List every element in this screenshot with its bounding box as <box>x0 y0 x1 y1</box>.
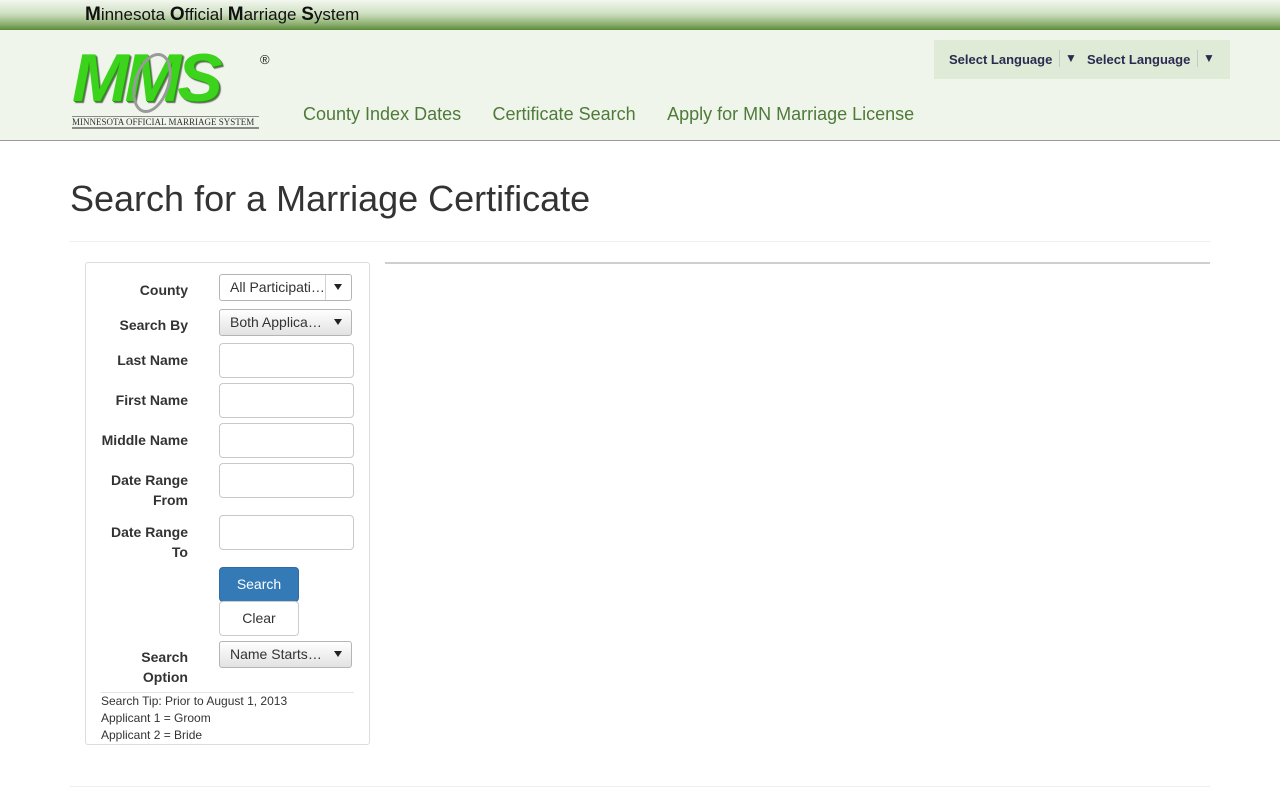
nav-county-index-dates[interactable]: County Index Dates <box>303 104 461 124</box>
date-range-from-label: Date Range From <box>110 472 188 508</box>
chevron-down-icon[interactable]: ▼ <box>1065 51 1077 65</box>
county-select[interactable]: All Participating Counties <box>219 274 352 301</box>
date-range-to-label: Date Range To <box>110 524 188 560</box>
county-select-value: All Participating Counties <box>230 279 325 295</box>
search-button[interactable]: Search <box>219 567 299 602</box>
last-name-label: Last Name <box>117 352 188 368</box>
chevron-down-icon <box>334 651 342 657</box>
chevron-down-icon[interactable]: ▼ <box>1203 51 1215 65</box>
logo-subtitle: MINNESOTA OFFICIAL MARRIAGE SYSTEM <box>72 116 259 129</box>
site-header: MMS ® MINNESOTA OFFICIAL MARRIAGE SYSTEM… <box>0 30 1280 141</box>
site-title: Minnesota Official Marriage System <box>85 4 360 25</box>
divider <box>1197 50 1198 67</box>
language-selector: Select Language ▼ Select Language ▼ <box>934 40 1230 79</box>
search-by-select[interactable]: Both Applicants <box>219 309 352 336</box>
search-by-select-value: Both Applicants <box>230 314 325 330</box>
chevron-down-icon <box>334 319 342 325</box>
first-name-label: First Name <box>115 392 188 408</box>
nav-certificate-search[interactable]: Certificate Search <box>493 104 636 124</box>
results-area <box>385 262 1210 264</box>
middle-name-input[interactable] <box>219 423 354 458</box>
county-label: County <box>139 282 188 298</box>
top-banner: Minnesota Official Marriage System <box>0 0 1280 30</box>
first-name-input[interactable] <box>219 383 354 418</box>
select-language-1[interactable]: Select Language <box>949 52 1052 67</box>
search-option-select[interactable]: Name Starts With <box>219 641 352 668</box>
divider <box>1059 50 1060 67</box>
search-tip: Search Tip: Prior to August 1, 2013 <box>101 694 288 708</box>
middle-name-label: Middle Name <box>101 432 188 448</box>
select-language-2[interactable]: Select Language <box>1087 52 1190 67</box>
search-by-label: Search By <box>119 317 188 333</box>
registered-mark: ® <box>260 52 270 67</box>
chevron-down-icon <box>334 284 342 290</box>
page-title: Search for a Marriage Certificate <box>70 178 591 219</box>
search-option-select-value: Name Starts With <box>230 646 325 662</box>
search-tip: Applicant 1 = Groom <box>101 711 211 725</box>
divider <box>70 786 1210 787</box>
search-panel: County All Participating Counties Search… <box>85 262 370 745</box>
clear-button[interactable]: Clear <box>219 601 299 636</box>
search-option-label: Search Option <box>141 649 188 685</box>
divider <box>101 692 354 693</box>
last-name-input[interactable] <box>219 343 354 378</box>
search-tip: Applicant 2 = Bride <box>101 728 203 742</box>
divider <box>70 241 1210 242</box>
date-range-to-input[interactable] <box>219 515 354 550</box>
date-range-from-input[interactable] <box>219 463 354 498</box>
main-nav: County Index Dates Certificate Search Ap… <box>303 104 941 125</box>
mms-logo[interactable]: MMS ® MINNESOTA OFFICIAL MARRIAGE SYSTEM <box>72 40 272 130</box>
nav-apply-marriage-license[interactable]: Apply for MN Marriage License <box>667 104 914 124</box>
